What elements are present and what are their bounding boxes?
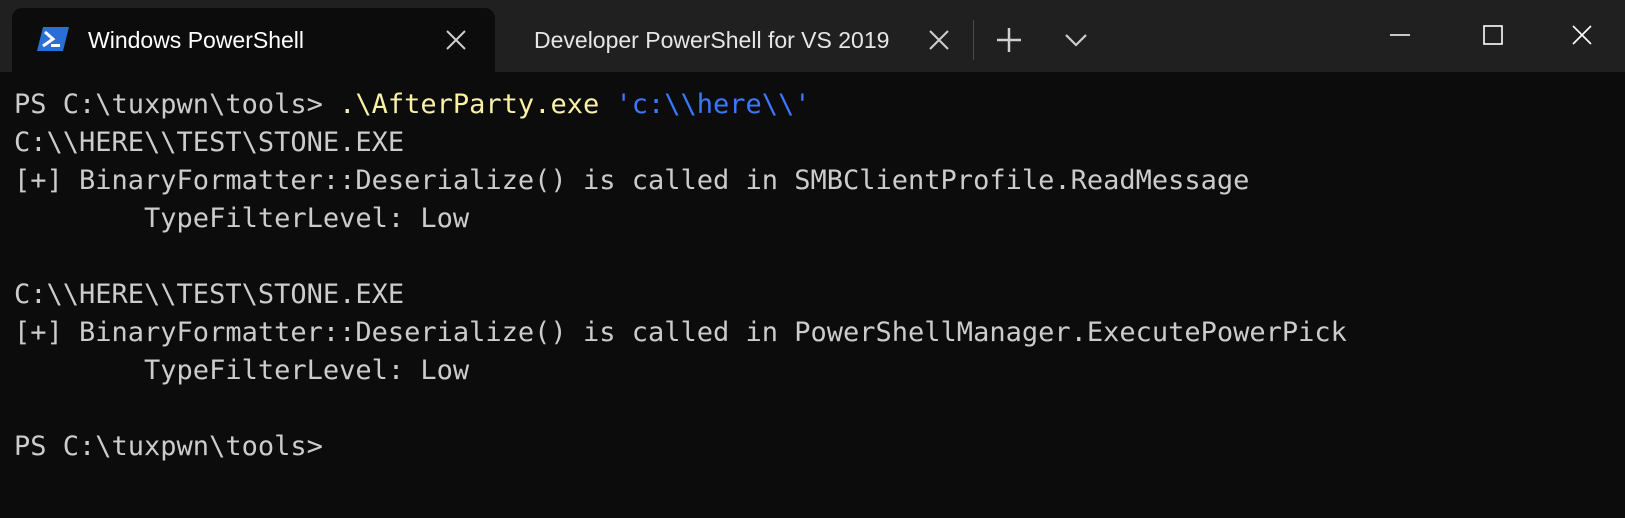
output-line: [+] BinaryFormatter::Deserialize() is ca… (14, 165, 1250, 196)
output-line: C:\\HERE\\TEST\STONE.EXE (14, 127, 405, 158)
terminal-window: Windows PowerShell Developer PowerShell … (0, 0, 1625, 518)
prompt: PS C:\tuxpwn\tools> (14, 89, 323, 120)
plus-icon (997, 28, 1021, 52)
title-bar: Windows PowerShell Developer PowerShell … (0, 0, 1625, 72)
close-tab-icon[interactable] (445, 29, 467, 51)
new-tab-button[interactable] (985, 16, 1033, 64)
tab-developer-powershell[interactable]: Developer PowerShell for VS 2019 (516, 8, 971, 72)
final-prompt: PS C:\tuxpwn\tools> (14, 431, 323, 462)
tab-title: Developer PowerShell for VS 2019 (534, 26, 890, 53)
output-line: [+] BinaryFormatter::Deserialize() is ca… (14, 317, 1347, 348)
output-line: TypeFilterLevel: Low (14, 355, 470, 386)
minimize-icon (1390, 34, 1410, 36)
maximize-button[interactable] (1446, 0, 1538, 72)
command-argument: 'c:\\here\\' (615, 89, 811, 120)
command-text: .\AfterParty.exe (339, 89, 600, 120)
tab-divider (973, 20, 974, 60)
powershell-icon (36, 26, 70, 52)
close-icon (1572, 25, 1592, 45)
tab-dropdown-button[interactable] (1052, 16, 1100, 64)
close-tab-icon[interactable] (928, 29, 950, 51)
command-line: PS C:\tuxpwn\tools> .\AfterParty.exe 'c:… (14, 86, 811, 124)
output-line: TypeFilterLevel: Low (14, 203, 470, 234)
chevron-down-icon (1065, 34, 1087, 47)
close-window-button[interactable] (1538, 0, 1625, 72)
output-line: C:\\HERE\\TEST\STONE.EXE (14, 279, 405, 310)
terminal-output[interactable]: PS C:\tuxpwn\tools> .\AfterParty.exe 'c:… (0, 72, 1625, 518)
maximize-icon (1483, 25, 1503, 45)
minimize-button[interactable] (1354, 0, 1446, 72)
tab-title: Windows PowerShell (88, 26, 305, 53)
tab-windows-powershell[interactable]: Windows PowerShell (12, 8, 495, 72)
